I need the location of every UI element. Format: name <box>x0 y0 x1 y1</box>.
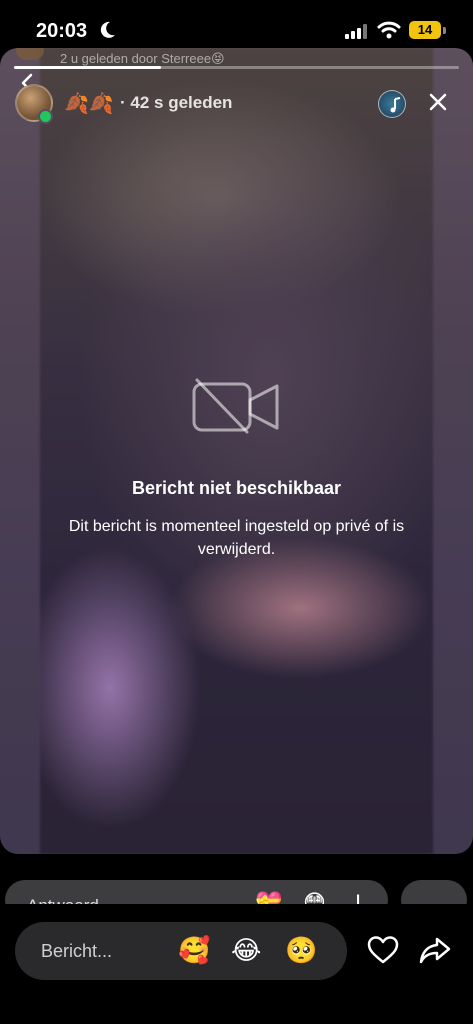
music-icon[interactable] <box>378 90 406 118</box>
emoji-pleading[interactable]: 🥺 <box>285 934 317 966</box>
status-bar: 20:03 14 <box>0 0 473 48</box>
story-progress-bar <box>14 66 459 69</box>
emoji-tears-of-joy[interactable]: 😂 <box>231 934 261 966</box>
video-off-icon <box>192 378 279 434</box>
unavailable-title: Bericht niet beschikbaar <box>131 478 342 498</box>
emoji-smiling-hearts[interactable]: 🥰 <box>178 934 210 966</box>
story-card[interactable]: 2 u geleden door Sterreee😝 🍂🍂 · 42 s gel… <box>0 48 473 854</box>
wifi-icon <box>377 21 401 39</box>
unavailable-description: Dit bericht is momenteel ingesteld op pr… <box>68 518 405 558</box>
story-username[interactable]: 🍂🍂 <box>64 91 114 116</box>
cellular-signal-icon <box>345 24 367 39</box>
battery-level: 14 <box>417 22 433 37</box>
story-time-ago: · 42 s geleden <box>120 93 233 112</box>
previous-story-caption: 2 u geleden door Sterreee😝 <box>60 51 225 66</box>
battery-indicator: 14 <box>409 21 441 39</box>
music-note-icon <box>390 97 401 113</box>
heart-icon[interactable] <box>367 935 399 965</box>
status-time: 20:03 <box>36 20 88 42</box>
story-overlay <box>0 48 473 854</box>
message-composer[interactable]: Bericht... 🥰 😂 🥺 <box>15 922 347 980</box>
close-icon[interactable] <box>428 92 448 112</box>
online-status-dot <box>38 109 53 124</box>
message-input-placeholder[interactable]: Bericht... <box>41 941 112 962</box>
story-progress-fill <box>14 66 161 69</box>
moon-icon <box>100 21 115 38</box>
share-icon[interactable] <box>419 935 451 965</box>
battery-tip <box>443 27 446 34</box>
